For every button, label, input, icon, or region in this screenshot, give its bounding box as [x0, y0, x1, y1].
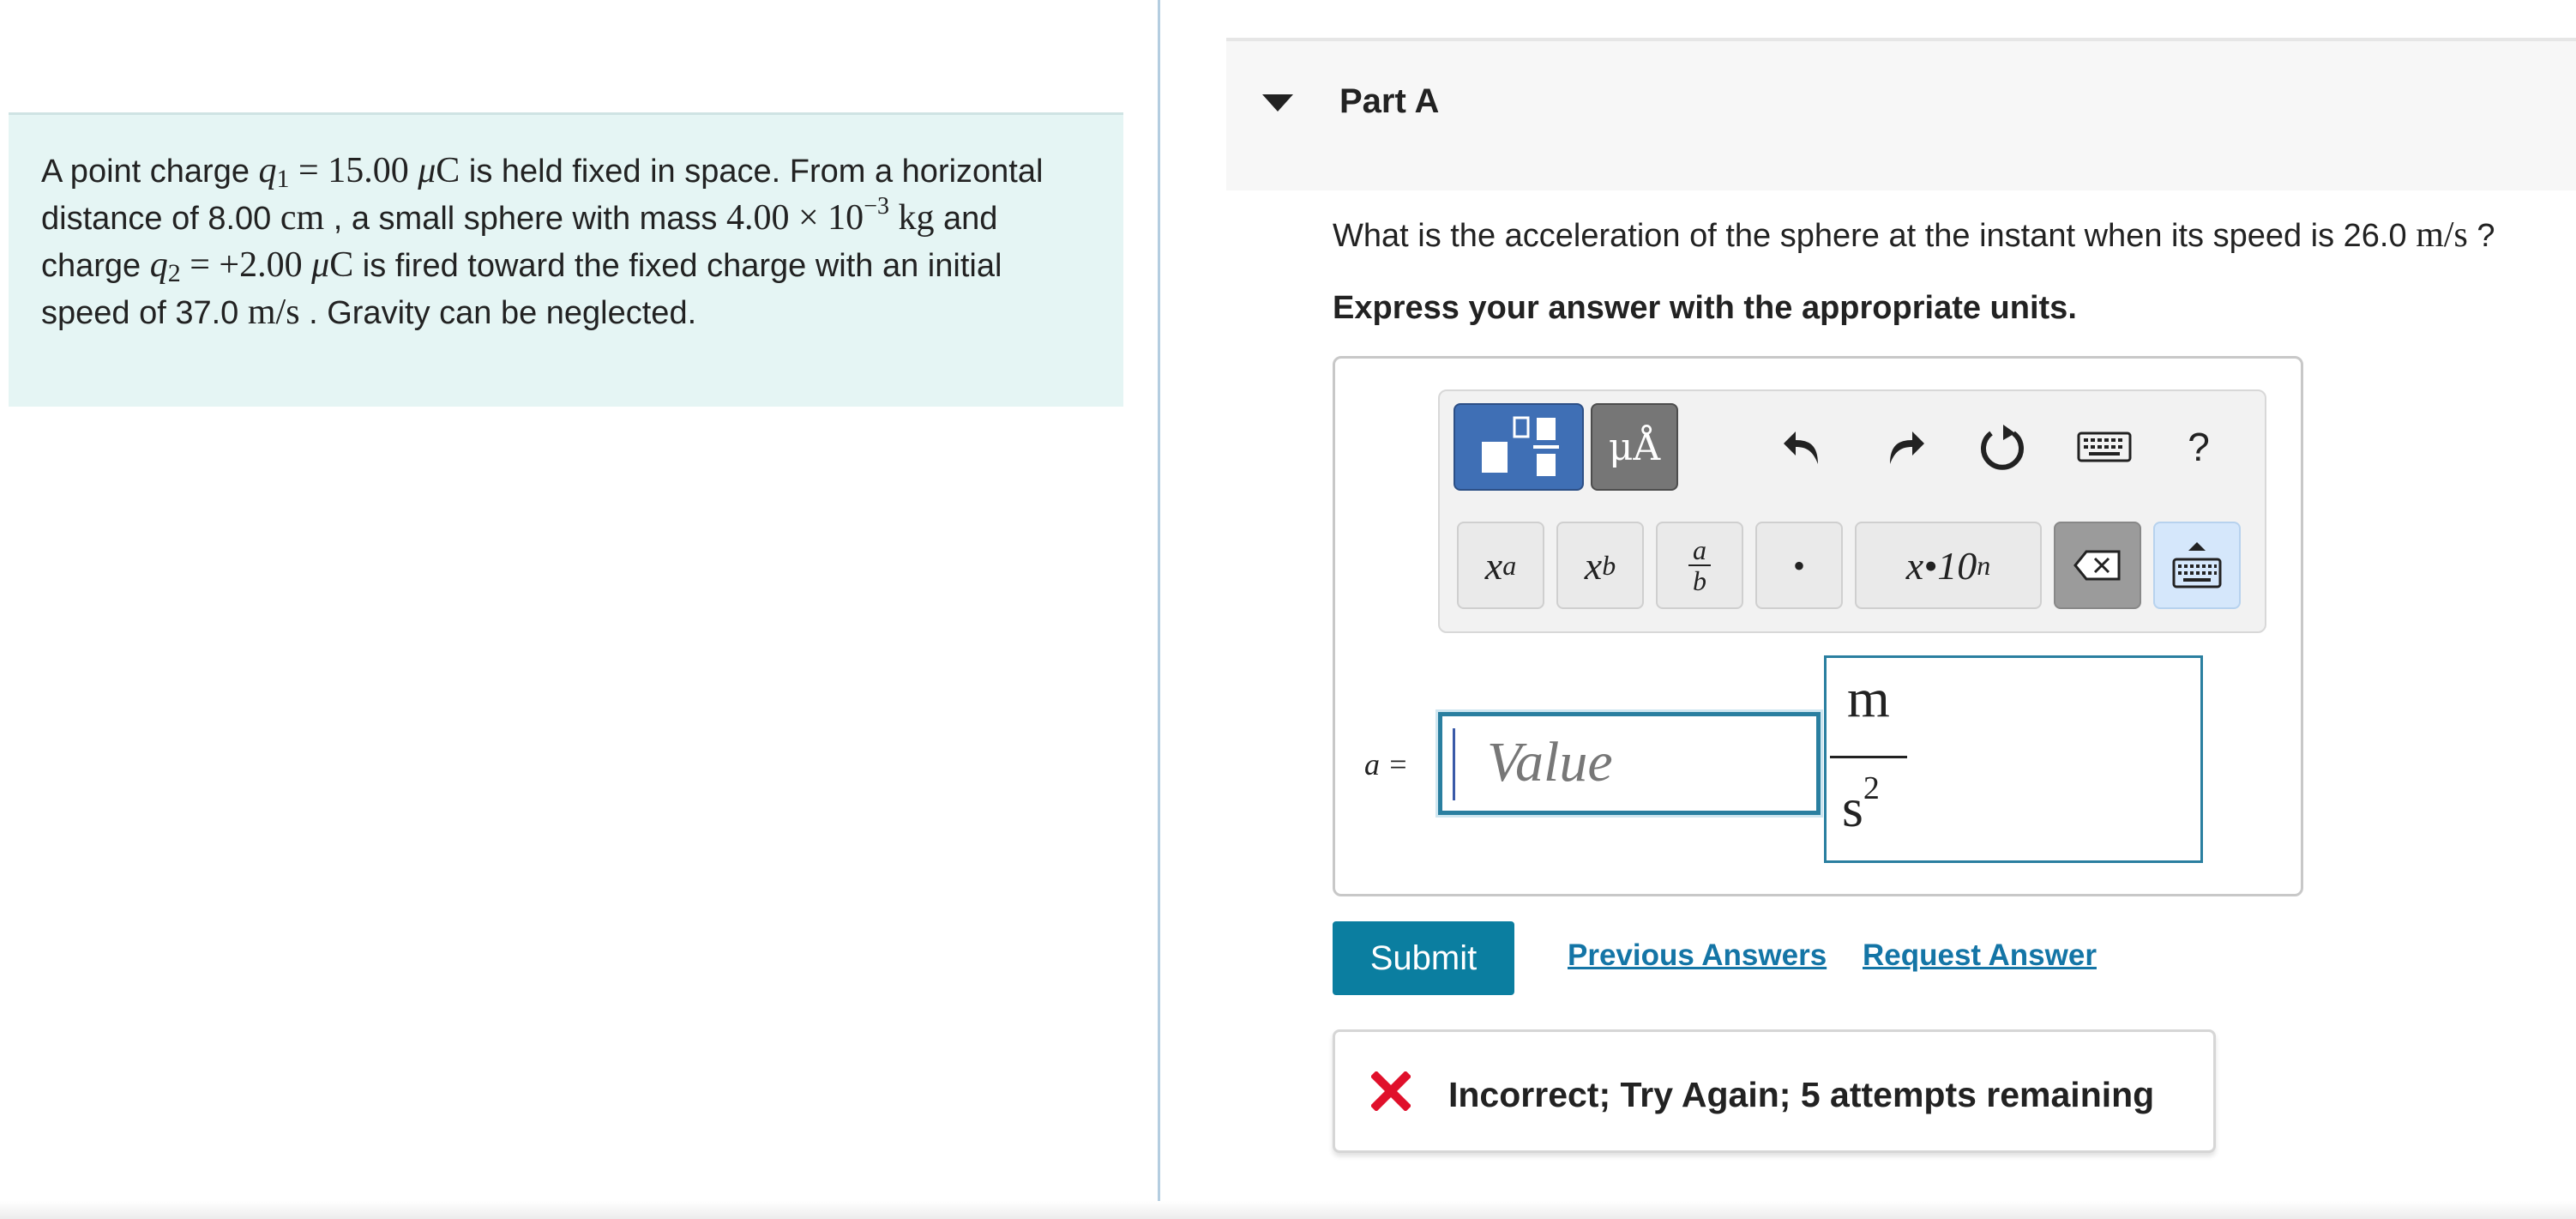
mu-symbol: μ: [311, 245, 330, 285]
submit-button[interactable]: Submit: [1333, 921, 1514, 995]
bottom-shadow: [0, 1201, 2576, 1219]
question-text: What is the acceleration of the sphere a…: [1333, 214, 2495, 256]
unit-denominator: s2: [1842, 772, 1880, 840]
answer-panel: μÅ ? x a x b a b • x•10 n a = Value m s2: [1333, 356, 2303, 896]
unit-input[interactable]: m s2: [1824, 655, 2203, 863]
part-header: Part A: [1226, 38, 2576, 190]
subscript-key[interactable]: xb: [1556, 522, 1644, 609]
cm-unit: cm: [280, 198, 325, 238]
subscript-base: x: [1584, 543, 1603, 588]
reset-button[interactable]: [1973, 415, 2033, 479]
backspace-icon: [2073, 550, 2121, 581]
undo-button[interactable]: [1774, 415, 1834, 479]
units-button[interactable]: μÅ: [1591, 403, 1678, 491]
q1-symbol: q: [258, 151, 277, 190]
mu-symbol: μ: [418, 151, 436, 190]
problem-text: A point charge: [41, 154, 259, 190]
keyboard-icon: [2077, 431, 2132, 462]
unit-numerator: m: [1847, 667, 1890, 728]
backspace-key[interactable]: [2054, 522, 2141, 609]
superscript-base: x: [1484, 543, 1503, 588]
redo-icon: [1890, 431, 1924, 464]
help-button[interactable]: ?: [2169, 415, 2229, 479]
keyboard-button[interactable]: [2066, 415, 2143, 479]
value-input[interactable]: Value: [1438, 712, 1821, 815]
value-placeholder: Value: [1487, 731, 1613, 794]
fraction-numerator: a: [1693, 534, 1706, 565]
speed-unit: m/s: [247, 293, 300, 332]
text-cursor: [1453, 728, 1455, 800]
variable-text: a =: [1364, 747, 1409, 781]
feedback-box: Incorrect; Try Again; 5 attempts remaini…: [1333, 1029, 2216, 1153]
problem-pane: A point charge q1 = 15.00 μC is held fix…: [0, 0, 1159, 1219]
variable-label: a =: [1364, 746, 1408, 782]
help-label: ?: [2188, 425, 2210, 469]
dot-key[interactable]: •: [1755, 522, 1843, 609]
superscript-key[interactable]: xa: [1457, 522, 1544, 609]
x-mark-icon: [1371, 1071, 1411, 1111]
problem-statement: A point charge q1 = 15.00 μC is held fix…: [9, 112, 1123, 407]
q2-value: = +2.00: [180, 245, 312, 285]
sci-notation-base: x•10: [1905, 543, 1977, 588]
pane-divider[interactable]: [1158, 0, 1160, 1219]
q2-symbol: q: [149, 245, 168, 285]
question-end: ?: [2467, 218, 2495, 254]
templates-icon: [1482, 416, 1559, 476]
kg-unit: kg: [888, 198, 935, 238]
request-answer-link[interactable]: Request Answer: [1863, 938, 2097, 973]
undo-icon: [1784, 431, 1818, 464]
feedback-text: Incorrect; Try Again; 5 attempts remaini…: [1448, 1075, 2155, 1114]
keyboard-toggle-icon: [2172, 542, 2222, 588]
problem-text: , a small sphere with mass: [324, 201, 726, 237]
fraction-key[interactable]: a b: [1656, 522, 1743, 609]
mass-exponent: −3: [864, 193, 889, 220]
coulomb-unit: C: [436, 151, 460, 190]
math-toolbar: μÅ ? x a x b a b • x•10 n: [1438, 389, 2266, 633]
unit-denominator-exp: 2: [1863, 770, 1880, 806]
dot-label: •: [1792, 546, 1805, 585]
templates-button[interactable]: [1454, 403, 1584, 491]
scientific-notation-key[interactable]: x•10 n: [1855, 522, 2042, 609]
keyboard-toggle-key[interactable]: [2153, 522, 2241, 609]
q1-value: = 15.00: [289, 151, 418, 190]
redo-button[interactable]: [1874, 415, 1934, 479]
part-title: Part A: [1339, 82, 1440, 120]
collapse-triangle-icon[interactable]: [1262, 94, 1293, 112]
answer-instructions: Express your answer with the appropriate…: [1333, 290, 2077, 326]
question-unit: m/s: [2416, 215, 2468, 255]
q2-subscript: 2: [167, 259, 181, 287]
unit-fraction-bar: [1830, 756, 1907, 758]
reset-icon: [1981, 425, 2024, 470]
problem-text: . Gravity can be neglected.: [299, 295, 697, 331]
mass-mantissa: 4.00 × 10: [726, 198, 864, 238]
previous-answers-link[interactable]: Previous Answers: [1568, 938, 1827, 973]
units-label: μÅ: [1608, 425, 1661, 469]
coulomb-unit: C: [329, 245, 354, 285]
question-body: What is the acceleration of the sphere a…: [1333, 218, 2417, 254]
fraction-denominator: b: [1693, 565, 1706, 596]
unit-denominator-base: s: [1842, 777, 1863, 838]
q1-subscript: 1: [276, 165, 290, 193]
